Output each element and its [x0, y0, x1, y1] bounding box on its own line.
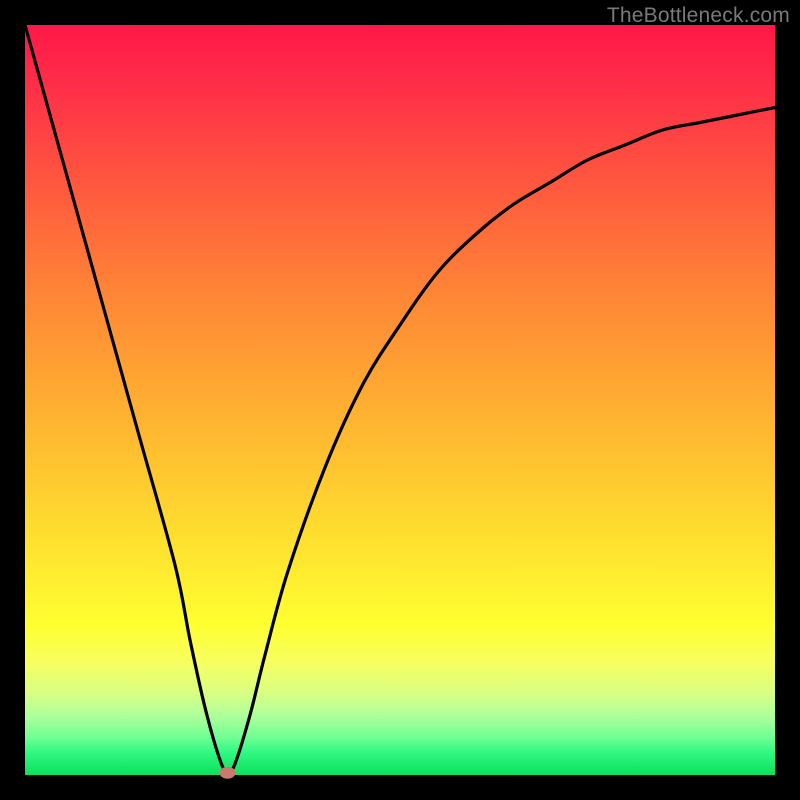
plot-area: [25, 25, 775, 775]
bottleneck-curve: [25, 25, 775, 772]
optimum-marker: [220, 767, 236, 779]
chart-container: TheBottleneck.com: [0, 0, 800, 800]
watermark-text: TheBottleneck.com: [607, 4, 790, 28]
curve-layer: [25, 25, 775, 775]
